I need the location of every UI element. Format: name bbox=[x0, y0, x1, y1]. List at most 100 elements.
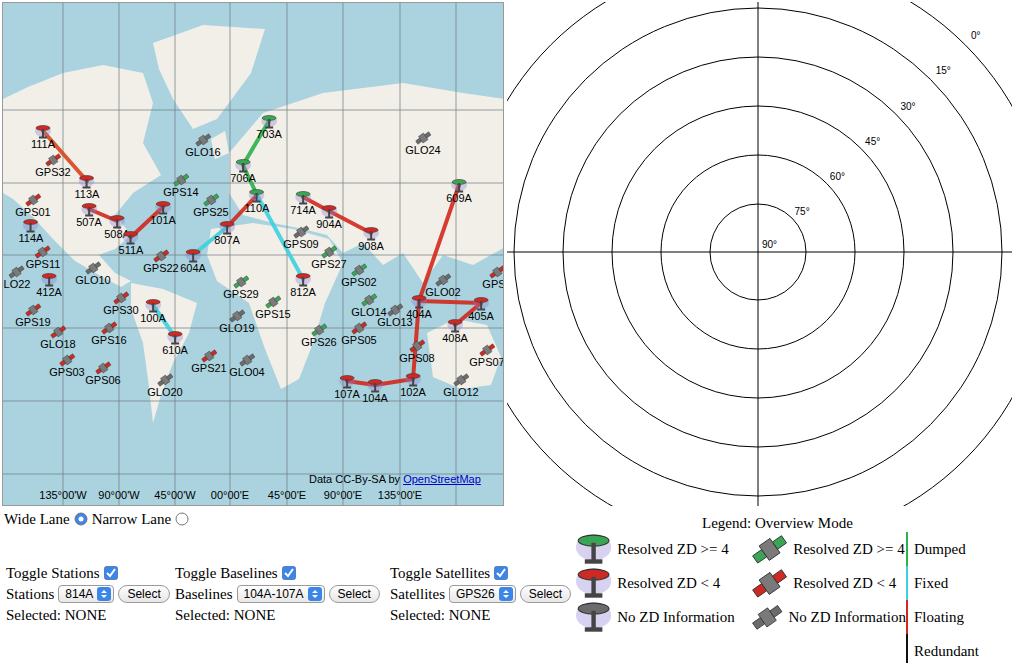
satellite-marker[interactable]: GPS05 bbox=[341, 321, 376, 346]
station-marker[interactable]: 507A bbox=[76, 203, 102, 228]
satellite-marker[interactable]: GPS21 bbox=[191, 349, 226, 374]
checkbox[interactable] bbox=[494, 566, 508, 580]
marker-label: GLO16 bbox=[185, 147, 220, 158]
satellite-icon bbox=[233, 275, 249, 289]
satellite-marker[interactable]: GPS06 bbox=[85, 361, 120, 386]
station-marker[interactable]: 114A bbox=[19, 219, 44, 244]
station-marker[interactable]: 107A bbox=[334, 375, 360, 400]
station-marker[interactable]: 101A bbox=[150, 201, 176, 226]
select-button[interactable]: Select bbox=[118, 585, 169, 603]
satellite-marker[interactable]: GPS02 bbox=[341, 263, 376, 288]
satellite-marker[interactable]: GPS1 bbox=[482, 265, 504, 290]
station-marker[interactable]: 100A bbox=[140, 299, 166, 324]
marker-label: GPS21 bbox=[191, 363, 226, 374]
satellite-marker[interactable]: GPS15 bbox=[255, 295, 290, 320]
satellite-marker[interactable]: GPS29 bbox=[223, 275, 258, 300]
satellite-icon bbox=[50, 325, 66, 339]
station-marker[interactable]: 408A bbox=[442, 319, 468, 344]
legend-title: Legend: Overview Mode bbox=[576, 514, 1013, 532]
skyplot-panel[interactable]: 90°75°60°45°30°15°0° bbox=[507, 2, 1012, 506]
satellite-marker[interactable]: GLO04 bbox=[229, 353, 264, 378]
lane-option[interactable]: Wide Lane bbox=[4, 510, 92, 528]
satellite-marker[interactable]: GPS09 bbox=[283, 225, 318, 250]
satellite-marker[interactable]: GPS27 bbox=[311, 245, 346, 270]
satellite-marker[interactable]: GPS07 bbox=[469, 343, 504, 368]
satellite-icon bbox=[45, 153, 61, 167]
attribution-link[interactable]: OpenStreetMap bbox=[403, 473, 481, 485]
baseline[interactable] bbox=[419, 301, 481, 303]
checkbox[interactable] bbox=[282, 566, 296, 580]
map-panel[interactable]: GPS32 GPS01 GPS11LO22 GPS19GLO18 GPS03 GPS16 G… bbox=[2, 2, 504, 506]
longitude-label: 00°00'E bbox=[211, 489, 249, 502]
select-button[interactable]: Select bbox=[329, 585, 380, 603]
satellite-marker[interactable]: GLO24 bbox=[405, 131, 440, 156]
station-marker[interactable]: 104A bbox=[362, 379, 388, 404]
line-swatch bbox=[906, 634, 908, 663]
radio[interactable] bbox=[74, 512, 88, 526]
station-marker[interactable]: 113A bbox=[75, 175, 100, 200]
satellite-marker[interactable]: GLO18 bbox=[40, 325, 75, 350]
station-icon bbox=[363, 227, 379, 241]
satellite-marker[interactable]: GLO02 bbox=[425, 273, 460, 298]
lane-option[interactable]: Narrow Lane bbox=[92, 510, 194, 528]
satellite-marker[interactable]: GPS30 bbox=[103, 291, 138, 316]
station-icon bbox=[23, 219, 39, 233]
satellite-marker[interactable]: GPS08 bbox=[399, 339, 434, 364]
select-button[interactable]: Select bbox=[520, 585, 571, 603]
satellite-marker[interactable]: GPS26 bbox=[301, 323, 336, 348]
satellite-marker[interactable]: GPS01 bbox=[15, 193, 50, 218]
satellite-marker[interactable]: GPS14 bbox=[163, 173, 198, 198]
satellite-marker[interactable]: GLO10 bbox=[75, 261, 110, 286]
satellite-marker[interactable]: GPS11 bbox=[26, 245, 61, 270]
select-row: Baselines104A-107ASelect bbox=[175, 585, 390, 603]
satellite-marker[interactable]: GLO14 bbox=[351, 293, 386, 318]
dropdown[interactable]: 814A bbox=[58, 585, 114, 603]
satellite-marker[interactable]: GPS32 bbox=[35, 153, 70, 178]
satellite-marker[interactable]: GPS16 bbox=[91, 321, 126, 346]
selected-text: Selected: NONE bbox=[390, 606, 580, 624]
toggle[interactable]: Toggle Satellites bbox=[390, 564, 580, 582]
station-marker[interactable]: 111A bbox=[31, 125, 55, 150]
station-marker[interactable]: 609A bbox=[446, 179, 472, 204]
satellite-marker[interactable]: GPS22 bbox=[143, 249, 178, 274]
station-marker[interactable]: 604A bbox=[180, 249, 206, 274]
marker-label: 102A bbox=[400, 387, 426, 398]
satellite-marker[interactable]: GPS25 bbox=[193, 193, 228, 218]
station-marker[interactable]: 102A bbox=[400, 373, 426, 398]
dropdown[interactable]: GPS26 bbox=[449, 585, 516, 603]
satellite-marker[interactable]: GPS19 bbox=[15, 303, 50, 328]
satellite-marker[interactable]: GLO20 bbox=[147, 373, 182, 398]
controls: Wide LaneNarrow Lane Toggle StationsStati… bbox=[0, 506, 576, 663]
lane-selector: Wide LaneNarrow Lane bbox=[0, 506, 576, 528]
station-marker[interactable]: 412A bbox=[36, 273, 62, 298]
control-group: Toggle StationsStations814ASelectSelecte… bbox=[6, 564, 175, 624]
station-marker[interactable]: 404A bbox=[406, 295, 432, 320]
radio[interactable] bbox=[175, 512, 189, 526]
toggle[interactable]: Toggle Baselines bbox=[175, 564, 390, 582]
station-marker[interactable]: 110A bbox=[245, 189, 270, 214]
satellite-marker[interactable]: GPS03 bbox=[49, 353, 84, 378]
station-marker[interactable]: 908A bbox=[358, 227, 384, 252]
station-marker[interactable]: 904A bbox=[316, 205, 342, 230]
satellite-icon bbox=[351, 263, 367, 277]
station-marker[interactable]: 812A bbox=[290, 273, 316, 298]
toggle[interactable]: Toggle Stations bbox=[6, 564, 175, 582]
satellite-marker[interactable]: LO22 bbox=[4, 265, 31, 290]
station-marker[interactable]: 610A bbox=[162, 331, 188, 356]
station-marker[interactable]: 405A bbox=[468, 297, 494, 322]
satellite-marker[interactable]: GLO16 bbox=[185, 133, 220, 158]
satellite-marker[interactable]: GLO12 bbox=[443, 373, 478, 398]
marker-label: GLO24 bbox=[405, 145, 440, 156]
station-marker[interactable]: 703A bbox=[256, 115, 282, 140]
marker-label: 604A bbox=[180, 263, 206, 274]
line-legend-item: Dumped bbox=[906, 532, 979, 566]
station-marker[interactable]: 511A bbox=[119, 231, 144, 256]
station-marker[interactable]: 807A bbox=[214, 221, 240, 246]
station-marker[interactable]: 714A bbox=[290, 191, 316, 216]
station-marker[interactable]: 706A bbox=[230, 159, 256, 184]
station-icon bbox=[261, 115, 277, 129]
satellite-marker[interactable]: GLO19 bbox=[219, 309, 254, 334]
dropdown[interactable]: 104A-107A bbox=[237, 585, 325, 603]
checkbox[interactable] bbox=[104, 566, 118, 580]
station-icon bbox=[576, 568, 611, 599]
